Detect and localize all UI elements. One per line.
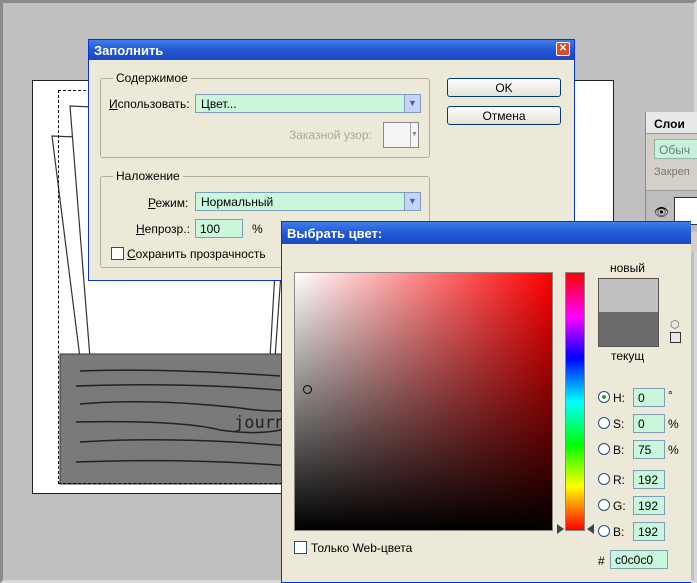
saturation-brightness-field[interactable] [294, 272, 553, 531]
chevron-down-icon[interactable]: ▼ [404, 95, 420, 112]
close-icon[interactable]: ✕ [556, 42, 570, 56]
lock-label: Закреп [654, 166, 690, 178]
hue-slider-handle-left[interactable] [557, 524, 564, 534]
r-radio[interactable] [598, 473, 610, 485]
r-input[interactable]: 192 [633, 470, 665, 489]
blue-radio[interactable] [598, 525, 610, 537]
eye-icon[interactable]: 👁 [654, 205, 669, 219]
use-label: Использовать: [109, 97, 190, 111]
b-input[interactable]: 75 [633, 440, 665, 459]
blending-legend: Наложение [113, 169, 183, 183]
current-label: текущ [611, 349, 645, 363]
h-unit: ° [668, 388, 673, 402]
picker-titlebar[interactable]: Выбрать цвет: [282, 222, 691, 244]
opacity-label: Непрозр.: [136, 222, 190, 236]
b-radio[interactable] [598, 443, 610, 455]
hue-slider[interactable] [565, 272, 585, 531]
color-marker[interactable] [303, 385, 312, 394]
preserve-transparency-checkbox[interactable] [111, 247, 124, 260]
s-radio[interactable] [598, 417, 610, 429]
custom-pattern-label: Заказной узор: [289, 128, 372, 142]
cube-icon[interactable]: ⬡ [670, 318, 680, 331]
new-color-swatch [598, 278, 659, 312]
fill-title: Заполнить [94, 43, 164, 58]
cancel-button[interactable]: Отмена [447, 106, 561, 125]
custom-pattern-picker: ▼ [383, 122, 419, 148]
h-input[interactable]: 0 [633, 388, 665, 407]
preserve-transparency-label: Сохранить прозрачность [127, 247, 266, 261]
b-unit: % [668, 443, 679, 457]
s-label: S: [613, 417, 625, 431]
current-color-swatch[interactable] [598, 312, 659, 347]
blue-label: B: [613, 525, 625, 539]
s-unit: % [668, 417, 679, 431]
opacity-unit: % [252, 222, 263, 236]
web-colors-only-label: Только Web-цвета [311, 541, 413, 555]
chevron-down-icon[interactable]: ▼ [404, 193, 420, 210]
hex-input[interactable]: c0c0c0 [610, 550, 668, 569]
mode-value: Нормальный [201, 195, 274, 209]
use-select[interactable]: Цвет... ▼ [195, 94, 421, 113]
chevron-down-icon: ▼ [410, 123, 418, 147]
ok-button[interactable]: OK [447, 78, 561, 97]
contents-legend: Содержимое [113, 71, 191, 85]
hash-label: # [598, 554, 605, 568]
hue-slider-handle-right[interactable] [587, 524, 594, 534]
web-safe-swatch[interactable] [670, 332, 681, 343]
mode-label: Режим: [148, 196, 189, 210]
g-label: G: [613, 499, 626, 513]
fill-titlebar[interactable]: Заполнить ✕ [89, 40, 574, 60]
use-value: Цвет... [201, 97, 237, 111]
web-colors-only-checkbox[interactable] [294, 541, 307, 554]
layers-tab[interactable]: Слои [646, 112, 697, 134]
b-label: B: [613, 443, 625, 457]
g-input[interactable]: 192 [633, 496, 665, 515]
blue-input[interactable]: 192 [633, 522, 665, 541]
new-label: новый [610, 261, 646, 275]
contents-group: Содержимое [100, 71, 430, 158]
h-radio[interactable] [598, 391, 610, 403]
g-radio[interactable] [598, 499, 610, 511]
color-picker-dialog: Выбрать цвет: новый текущ ⬡ H: 0 ° S: 0 … [281, 221, 691, 583]
mode-select[interactable]: Нормальный ▼ [195, 192, 421, 211]
picker-title: Выбрать цвет: [287, 226, 383, 241]
h-label: H: [613, 391, 625, 405]
r-label: R: [613, 473, 625, 487]
blend-mode-select[interactable]: Обыч [654, 139, 697, 159]
s-input[interactable]: 0 [633, 414, 665, 433]
opacity-input[interactable]: 100 [195, 219, 243, 238]
